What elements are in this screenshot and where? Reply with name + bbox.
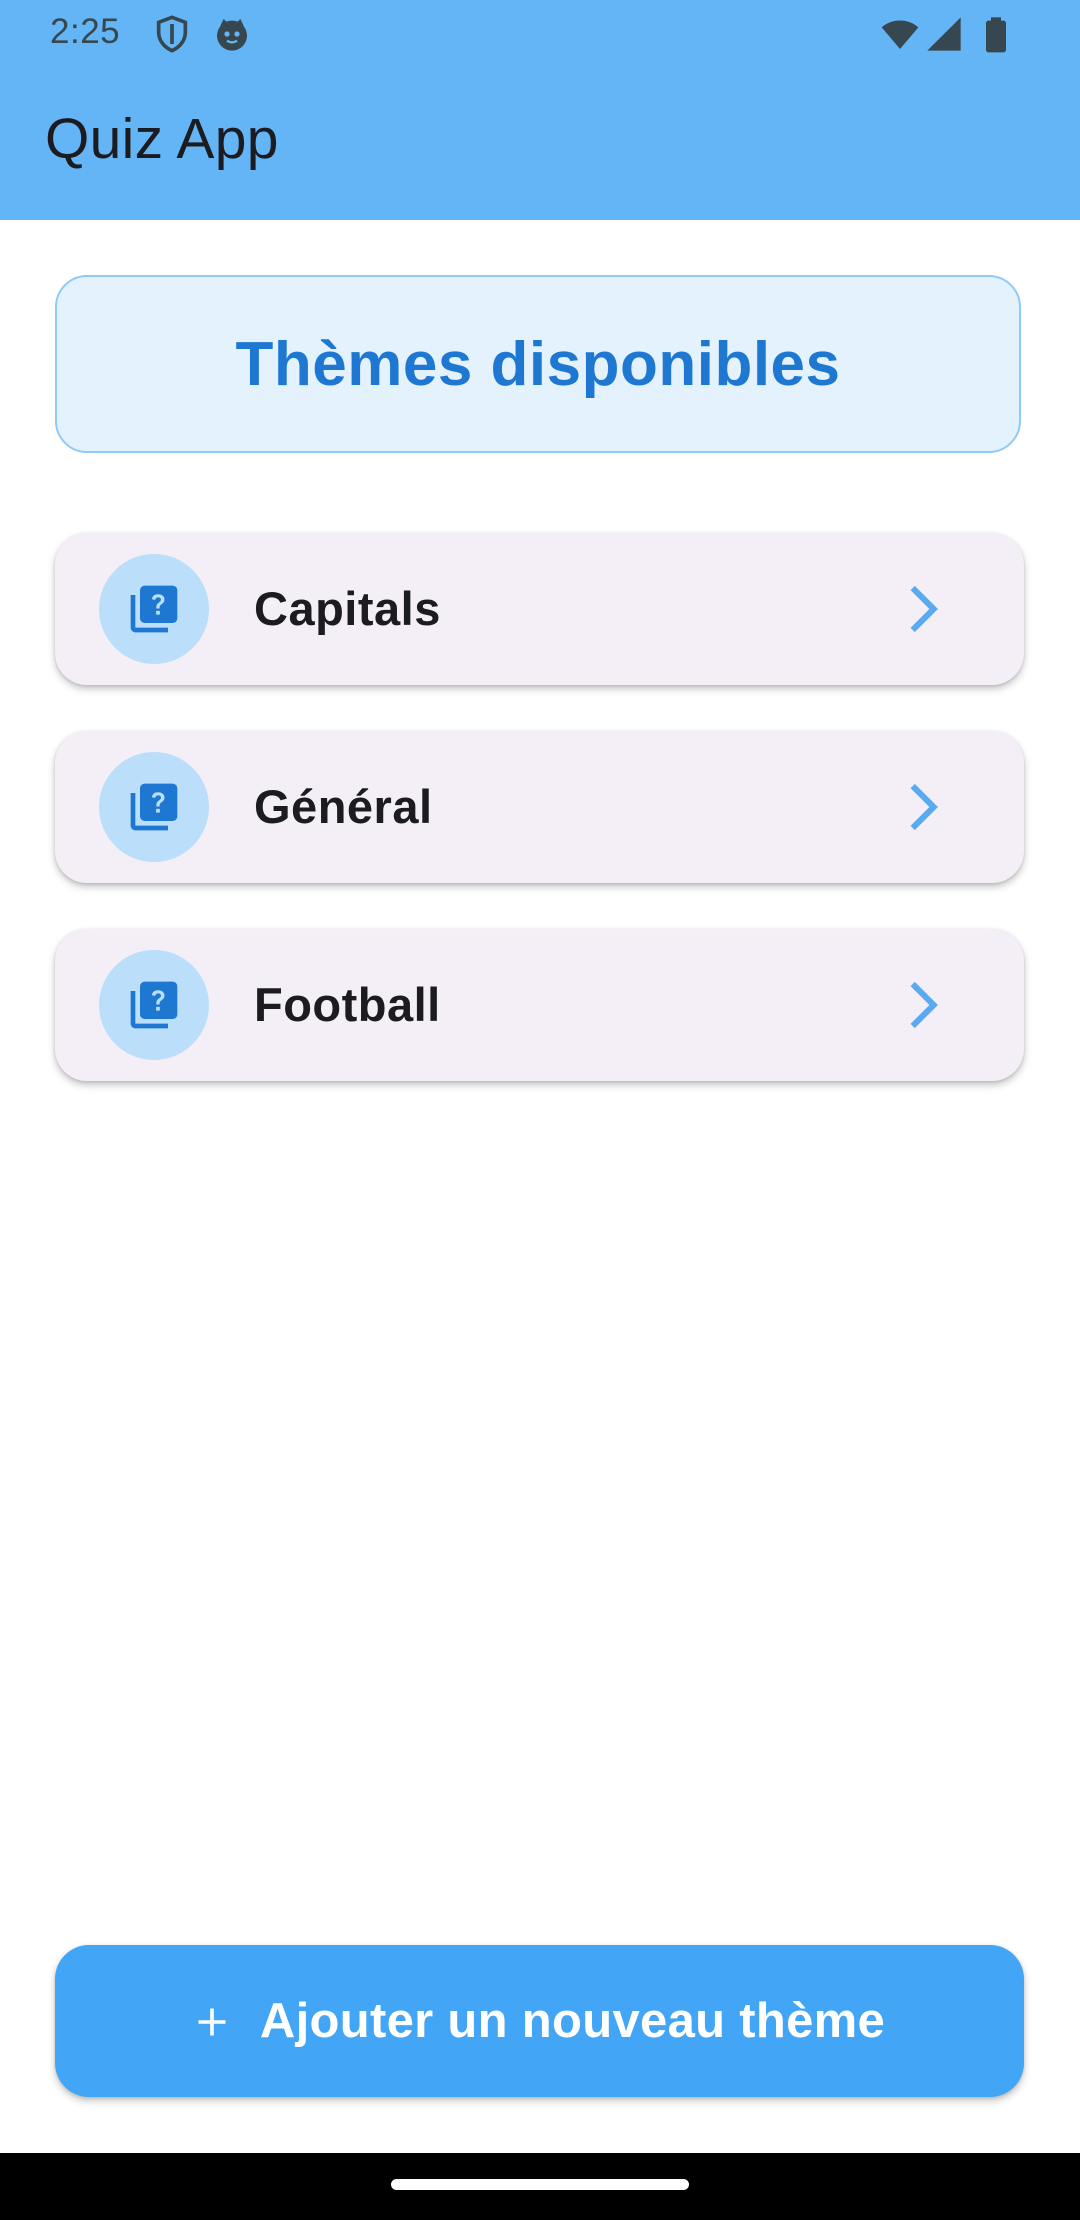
theme-label: Football — [254, 978, 441, 1031]
plus-icon — [198, 2008, 226, 2036]
app-title: Quiz App — [45, 107, 279, 171]
status-time: 2:25 — [50, 12, 121, 51]
battery-icon — [986, 17, 1006, 53]
themes-header-title: Thèmes disponibles — [235, 329, 841, 399]
theme-item-general[interactable]: Général — [55, 731, 1024, 883]
add-theme-label: Ajouter un nouveau thème — [259, 1994, 886, 2048]
quiz-icon — [130, 981, 178, 1029]
signal-icon — [927, 17, 961, 51]
wifi-icon — [881, 20, 919, 49]
quiz-icon — [130, 783, 178, 831]
status-bar: 2:25 — [0, 0, 1080, 66]
theme-avatar — [99, 950, 209, 1060]
add-theme-button[interactable]: Ajouter un nouveau thème — [55, 1945, 1024, 2097]
theme-item-capitals[interactable]: Capitals — [55, 533, 1024, 685]
face-icon — [217, 19, 247, 51]
theme-item-football[interactable]: Football — [55, 929, 1024, 1081]
theme-label: Capitals — [254, 582, 441, 635]
chevron-right-icon — [910, 981, 938, 1029]
theme-label: Général — [254, 780, 433, 833]
app-bar: 2:25 Quiz App — [0, 0, 1080, 220]
system-navigation-bar — [0, 2153, 1080, 2220]
quiz-icon — [130, 585, 178, 633]
shield-icon — [156, 15, 188, 53]
home-indicator[interactable] — [391, 2179, 689, 2190]
chevron-right-icon — [910, 585, 938, 633]
themes-header-card: Thèmes disponibles — [55, 275, 1021, 453]
theme-avatar — [99, 752, 209, 862]
theme-avatar — [99, 554, 209, 664]
chevron-right-icon — [910, 783, 938, 831]
